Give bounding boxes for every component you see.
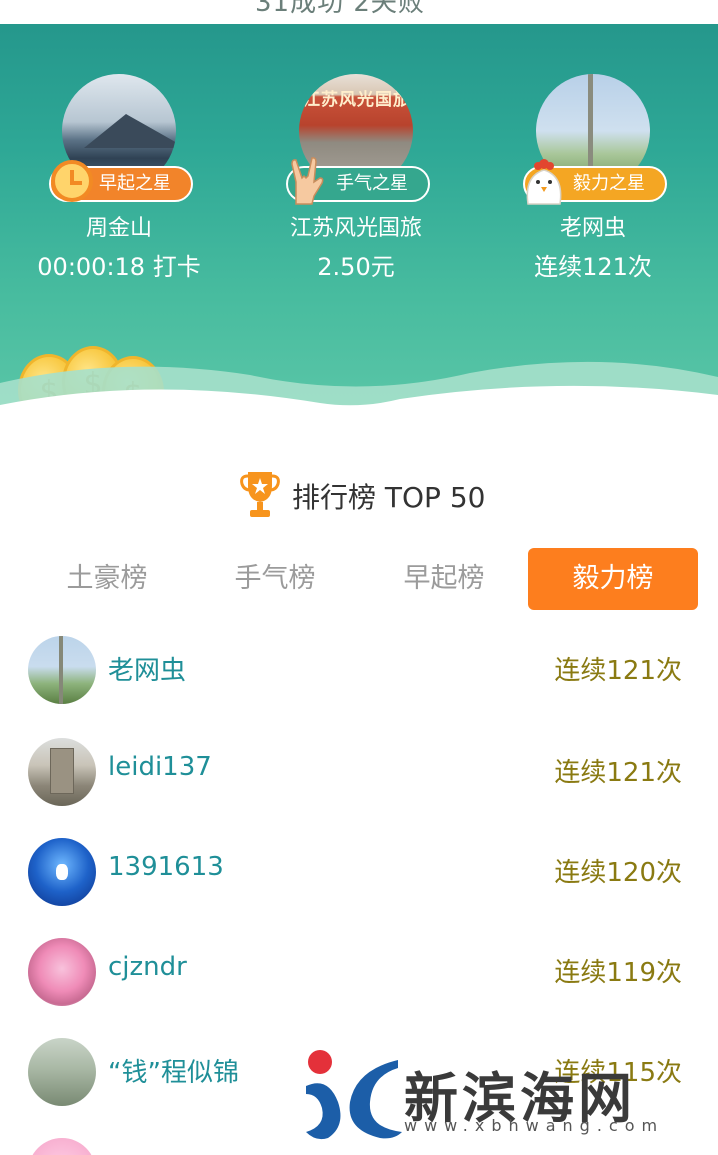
- leaderboard-tabs: 土豪榜 手气榜 早起榜 毅力榜: [22, 548, 698, 610]
- badge-perseverance: 毅力之星: [523, 159, 667, 205]
- site-logo-icon: [306, 1050, 402, 1140]
- list-item[interactable]: leidi137 连续121次: [0, 738, 718, 808]
- avatar[interactable]: [28, 738, 96, 806]
- summary-strip: 31成功 2失败: [0, 0, 718, 24]
- star-value: 2.50元: [317, 253, 395, 281]
- streak-count: 连续119次: [554, 958, 682, 988]
- streak-count: 连续121次: [554, 758, 682, 788]
- badge-lucky: 手气之星: [286, 157, 430, 205]
- avatar[interactable]: [28, 838, 96, 906]
- leaderboard-title-text: 排行榜 TOP 50: [292, 481, 486, 514]
- star-name: 周金山: [85, 216, 152, 241]
- star-value: 连续121次: [534, 253, 652, 281]
- avatar[interactable]: [28, 636, 96, 704]
- user-name[interactable]: 1391613: [108, 852, 224, 882]
- alarm-clock-icon: [51, 160, 93, 202]
- list-item[interactable]: 1391613 连续120次: [0, 838, 718, 908]
- header-banner: 31成功 2失败 早起之星 周金山 00:00:18 打卡 江苏风光国旅 手气之…: [0, 0, 718, 425]
- tab-perseverance[interactable]: 毅力榜: [528, 548, 698, 610]
- star-card-lucky[interactable]: 江苏风光国旅 手气之星 江苏风光国旅 2.50元: [246, 74, 466, 284]
- streak-count: 连续121次: [554, 656, 682, 686]
- chicken-icon: [519, 156, 569, 206]
- badge-label: 早起之星: [99, 173, 171, 194]
- user-name[interactable]: cjzndr: [108, 952, 187, 982]
- rock-hand-icon: [282, 156, 332, 206]
- tab-early[interactable]: 早起榜: [359, 548, 529, 610]
- summary-text: 31成功 2失败: [255, 0, 475, 14]
- leaderboard-title: 排行榜 TOP 50: [240, 468, 540, 524]
- tab-luck[interactable]: 手气榜: [190, 548, 360, 610]
- avatar[interactable]: [28, 1038, 96, 1106]
- site-url: www.xbhwang.com: [404, 1116, 665, 1135]
- trophy-icon: [240, 472, 280, 517]
- tab-rich[interactable]: 土豪榜: [22, 548, 192, 610]
- star-value: 00:00:18 打卡: [37, 253, 201, 281]
- star-card-early-riser[interactable]: 早起之星 周金山 00:00:18 打卡: [9, 74, 229, 284]
- user-name[interactable]: “钱”程似锦: [108, 1052, 239, 1089]
- star-name: 江苏风光国旅: [289, 216, 422, 241]
- badge-label: 手气之星: [336, 173, 408, 194]
- badge-label: 毅力之星: [573, 173, 645, 194]
- site-watermark: 新滨海网 www.xbhwang.com: [298, 1046, 708, 1146]
- streak-count: 连续120次: [554, 858, 682, 888]
- avatar[interactable]: [28, 1138, 96, 1155]
- star-name: 老网虫: [559, 216, 626, 241]
- avatar[interactable]: [28, 938, 96, 1006]
- avatar-shop-sign: 江苏风光国旅: [303, 90, 411, 110]
- star-card-perseverance[interactable]: 毅力之星 老网虫 连续121次: [483, 74, 703, 284]
- list-item[interactable]: 老网虫 连续121次: [0, 636, 718, 706]
- user-name[interactable]: 老网虫: [108, 650, 186, 687]
- wave-divider: [0, 361, 718, 425]
- badge-early-riser: 早起之星: [49, 160, 193, 202]
- list-item[interactable]: cjzndr 连续119次: [0, 938, 718, 1008]
- user-name[interactable]: leidi137: [108, 752, 212, 782]
